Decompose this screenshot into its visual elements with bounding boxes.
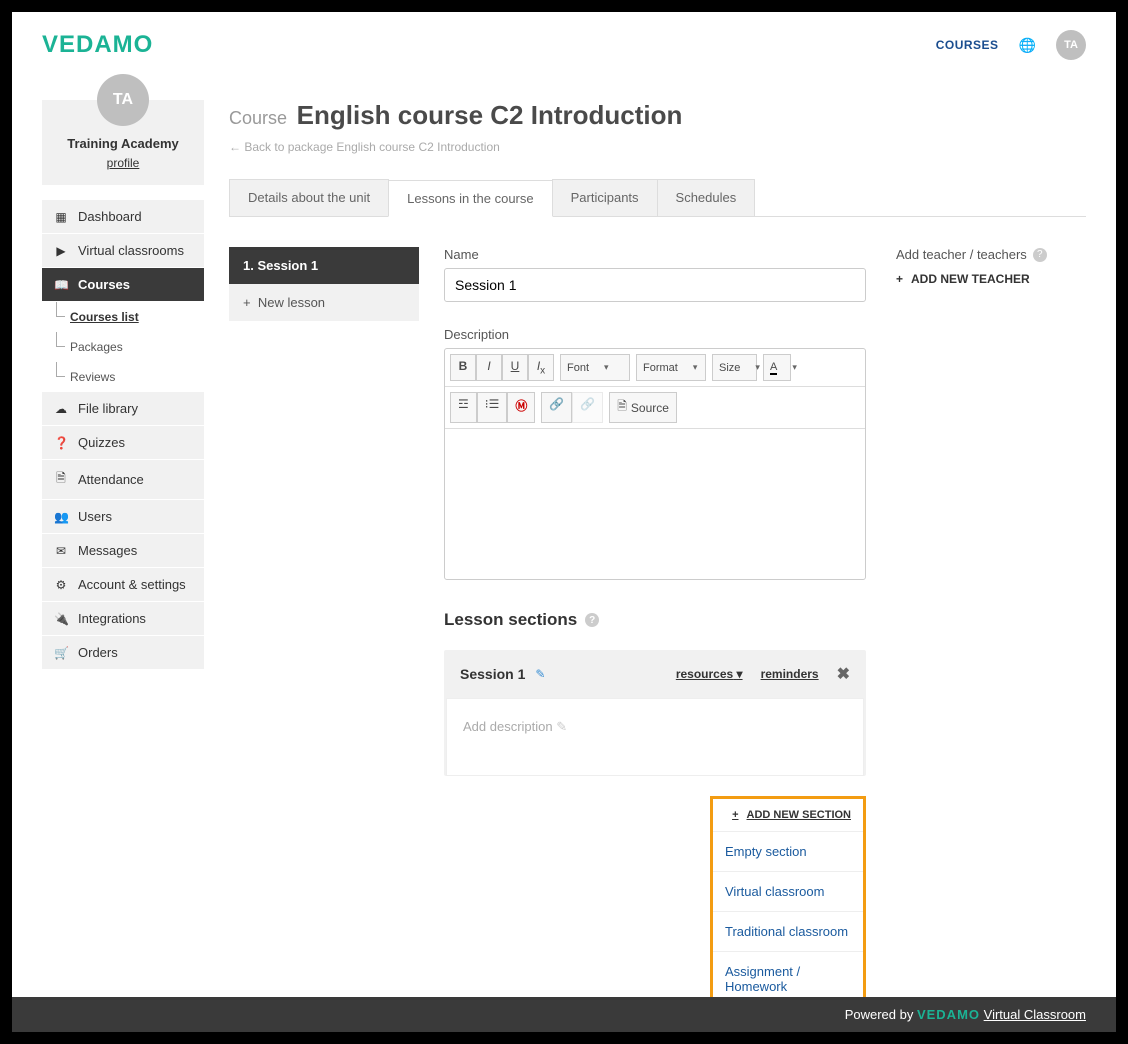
- chevron-down-icon: ▾: [737, 667, 743, 681]
- ordered-list-button[interactable]: ☲: [450, 392, 477, 423]
- unlink-button[interactable]: 🔗: [572, 392, 603, 423]
- mail-icon: ✉: [54, 544, 68, 558]
- reminders-link[interactable]: reminders: [761, 667, 819, 681]
- nav-integrations[interactable]: 🔌Integrations: [42, 602, 204, 636]
- sidebar: TA Training Academy profile ▦Dashboard ▶…: [42, 100, 204, 1044]
- text-color-button[interactable]: A: [763, 354, 791, 381]
- nav-messages[interactable]: ✉Messages: [42, 534, 204, 568]
- format-select[interactable]: Format: [636, 354, 706, 381]
- clear-format-button[interactable]: Ix: [528, 354, 554, 381]
- users-icon: 👥: [54, 510, 68, 524]
- brand-logo: VEDAMO: [42, 31, 153, 59]
- source-icon: 🗎: [617, 397, 627, 418]
- topbar: VEDAMO COURSES 🌐 TA: [12, 12, 1116, 70]
- source-button[interactable]: 🗎Source: [609, 392, 677, 423]
- footer-logo: VEDAMO: [917, 1007, 980, 1022]
- tab-schedules[interactable]: Schedules: [657, 179, 756, 216]
- add-new-teacher-button[interactable]: + ADD NEW TEACHER: [896, 272, 1086, 286]
- nav-courses[interactable]: 📖Courses: [42, 268, 204, 302]
- bold-button[interactable]: B: [450, 354, 476, 381]
- course-label: Course: [229, 108, 287, 128]
- subnav-courses-list[interactable]: Courses list: [42, 302, 204, 332]
- name-input[interactable]: [444, 268, 866, 302]
- media-button[interactable]: Ⓜ: [507, 392, 535, 423]
- nav-attendance[interactable]: 🗎Attendance: [42, 460, 204, 500]
- editor-body[interactable]: [445, 429, 865, 579]
- link-button[interactable]: 🔗: [541, 392, 572, 423]
- nav-virtual-classrooms[interactable]: ▶Virtual classrooms: [42, 234, 204, 268]
- arrow-left-icon: ←: [229, 140, 244, 154]
- course-title: English course C2 Introduction: [297, 100, 683, 130]
- tab-details[interactable]: Details about the unit: [229, 179, 389, 216]
- subnav-reviews[interactable]: Reviews: [42, 362, 204, 392]
- section-type-dropdown: Empty section Virtual classroom Traditio…: [713, 831, 863, 1006]
- dropdown-traditional-classroom[interactable]: Traditional classroom: [713, 912, 863, 952]
- help-icon[interactable]: ?: [585, 613, 599, 627]
- content: Course English course C2 Introduction ← …: [229, 100, 1086, 1044]
- add-section-highlight: + ADD NEW SECTION Empty section Virtual …: [710, 796, 866, 1009]
- add-new-section-button[interactable]: + ADD NEW SECTION: [713, 799, 863, 831]
- tab-lessons[interactable]: Lessons in the course: [388, 180, 552, 217]
- cart-icon: 🛒: [54, 646, 68, 660]
- page-title: Course English course C2 Introduction: [229, 100, 1086, 131]
- underline-button[interactable]: U: [502, 354, 528, 381]
- list-icon: 🗎: [54, 469, 68, 490]
- nav-quizzes[interactable]: ❓Quizzes: [42, 426, 204, 460]
- unordered-list-button[interactable]: ⁝☰: [477, 392, 508, 423]
- cloud-icon: ☁: [54, 402, 68, 416]
- nav-account-settings[interactable]: ⚙Account & settings: [42, 568, 204, 602]
- size-select[interactable]: Size: [712, 354, 757, 381]
- subnav-packages[interactable]: Packages: [42, 332, 204, 362]
- plug-icon: 🔌: [54, 612, 68, 626]
- resources-link[interactable]: resources ▾: [676, 667, 743, 681]
- avatar[interactable]: TA: [1056, 30, 1086, 60]
- gear-icon: ⚙: [54, 578, 68, 592]
- close-icon[interactable]: ✖: [837, 664, 850, 684]
- nav-orders[interactable]: 🛒Orders: [42, 636, 204, 670]
- help-icon[interactable]: ?: [1033, 248, 1047, 262]
- section-card: Session 1 ✎ resources ▾ reminders ✖ Add …: [444, 650, 866, 776]
- new-lesson-button[interactable]: + New lesson: [229, 284, 419, 321]
- book-icon: 📖: [54, 278, 68, 292]
- add-teacher-label: Add teacher / teachers ?: [896, 247, 1086, 262]
- rich-text-editor: B I U Ix Font Format Size A: [444, 348, 866, 580]
- section-title: Session 1: [460, 666, 525, 682]
- description-label: Description: [444, 327, 866, 342]
- italic-button[interactable]: I: [476, 354, 502, 381]
- back-link[interactable]: ← Back to package English course C2 Intr…: [229, 140, 500, 154]
- tabs: Details about the unit Lessons in the co…: [229, 179, 1086, 217]
- lesson-sections-heading: Lesson sections ?: [444, 610, 866, 630]
- dashboard-icon: ▦: [54, 210, 68, 224]
- courses-link[interactable]: COURSES: [936, 38, 999, 52]
- question-icon: ❓: [54, 436, 68, 450]
- profile-name: Training Academy: [52, 136, 194, 151]
- pencil-icon[interactable]: ✎: [535, 667, 545, 681]
- play-icon: ▶: [54, 244, 68, 258]
- nav-users[interactable]: 👥Users: [42, 500, 204, 534]
- nav-file-library[interactable]: ☁File library: [42, 392, 204, 426]
- globe-icon[interactable]: 🌐: [1019, 37, 1036, 54]
- lesson-item-1[interactable]: 1. Session 1: [229, 247, 419, 284]
- pencil-icon: ✎: [556, 719, 567, 734]
- plus-icon: +: [896, 272, 903, 286]
- plus-icon: +: [243, 295, 258, 310]
- lesson-list: 1. Session 1 + New lesson: [229, 247, 419, 1044]
- tab-participants[interactable]: Participants: [552, 179, 658, 216]
- name-label: Name: [444, 247, 866, 262]
- footer-link[interactable]: Virtual Classroom: [984, 1007, 1086, 1022]
- nav-dashboard[interactable]: ▦Dashboard: [42, 200, 204, 234]
- profile-block: TA Training Academy profile: [42, 100, 204, 185]
- font-select[interactable]: Font: [560, 354, 630, 381]
- dropdown-virtual-classroom[interactable]: Virtual classroom: [713, 872, 863, 912]
- profile-link[interactable]: profile: [107, 156, 140, 170]
- plus-icon: +: [732, 809, 738, 821]
- dropdown-empty-section[interactable]: Empty section: [713, 832, 863, 872]
- footer: Powered by VEDAMO Virtual Classroom: [12, 997, 1116, 1032]
- profile-avatar[interactable]: TA: [97, 74, 149, 126]
- add-description[interactable]: Add description ✎: [463, 719, 567, 734]
